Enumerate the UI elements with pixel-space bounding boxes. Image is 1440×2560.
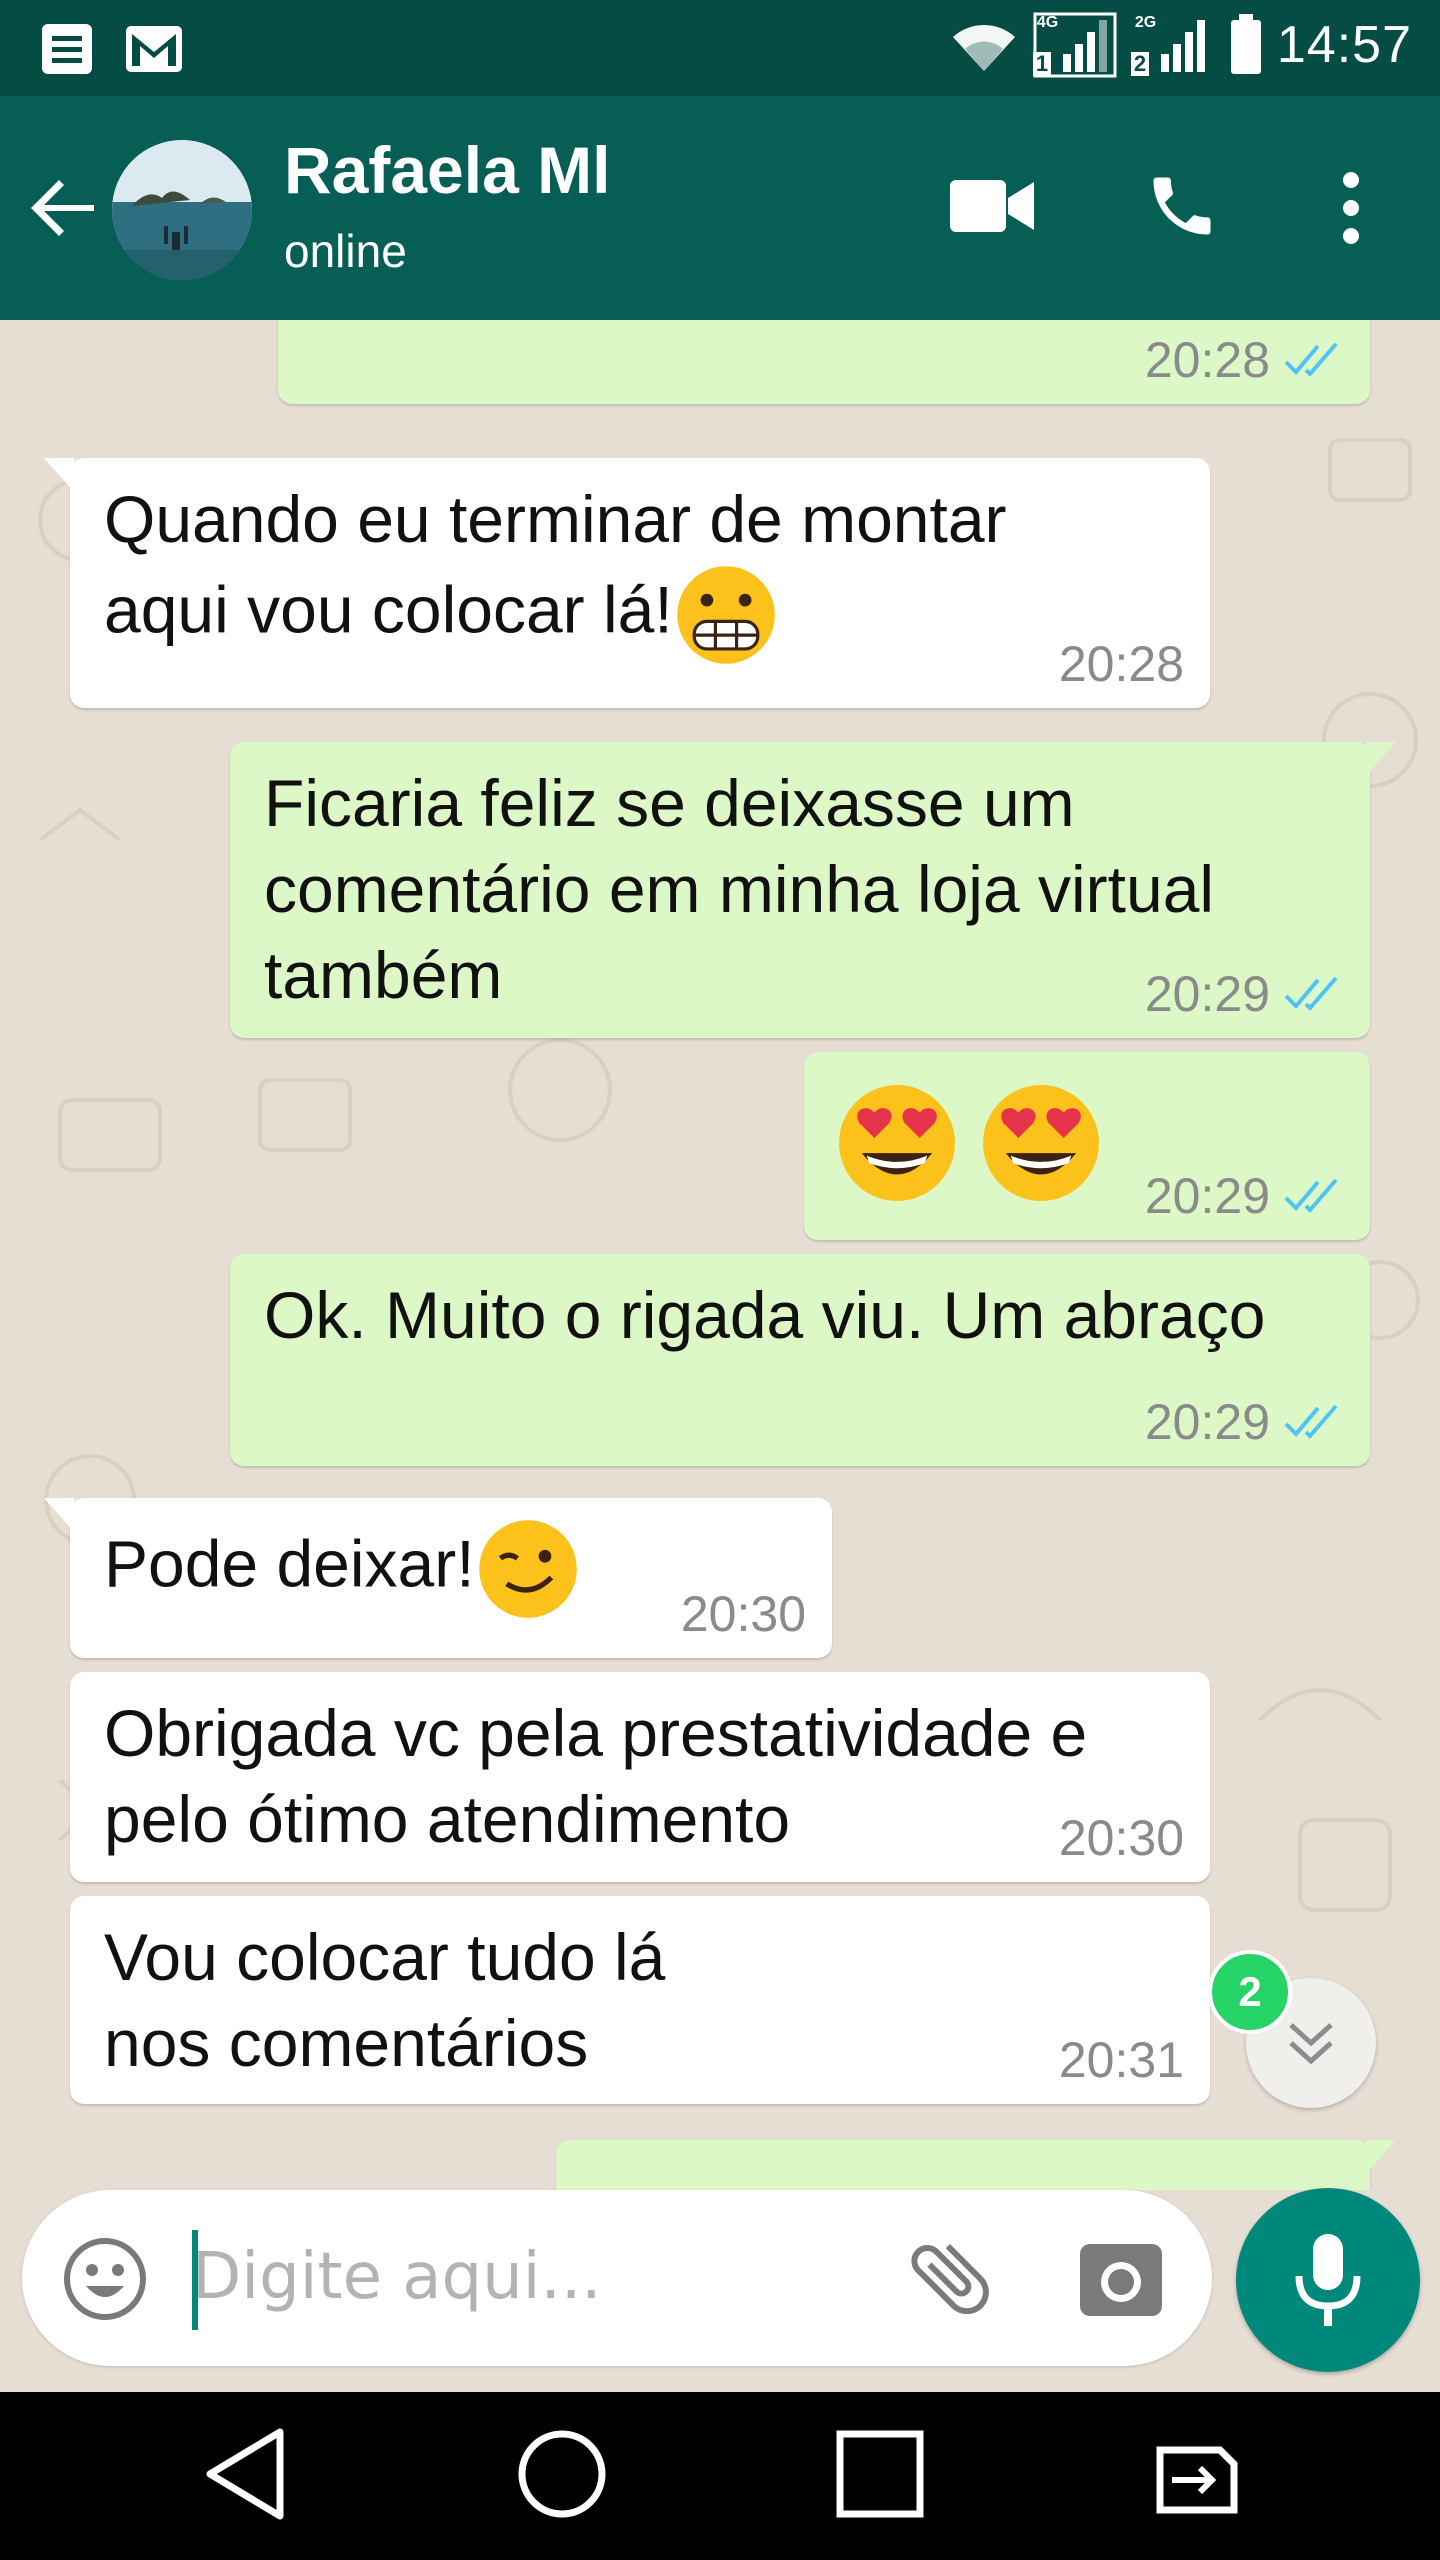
status-bar: 4G 1 2G 2 14:57 (0, 0, 1440, 96)
network-label-1: 4G (1036, 14, 1059, 31)
message-bubble-outgoing[interactable]: 20:28 (278, 320, 1370, 404)
message-meta: 20:28 (1059, 636, 1184, 692)
message-bubble-outgoing[interactable]: Ok. Muito o rigada viu. Um abraço 20:29 (230, 1254, 1370, 1466)
message-line: Quando eu terminar de montar (104, 482, 1007, 556)
back-arrow-icon[interactable] (28, 172, 100, 244)
message-time: 20:28 (1058, 636, 1184, 692)
nav-back-icon[interactable] (200, 2424, 290, 2524)
more-vert-icon[interactable] (1336, 170, 1366, 246)
sim-label-1: 1 (1032, 52, 1052, 76)
message-meta: 20:29 (1145, 1168, 1344, 1224)
gmail-icon (126, 26, 182, 72)
chat-header: Rafaela Ml online (0, 96, 1440, 320)
emoji-icon[interactable] (62, 2236, 148, 2322)
message-meta: 20:30 (1059, 1810, 1184, 1866)
message-meta: 20:30 (681, 1586, 806, 1642)
double-check-icon (1284, 342, 1338, 377)
message-bubble-incoming[interactable]: Pode deixar! 20:30 (44, 1498, 832, 1658)
message-bubble-incoming[interactable]: Vou colocar tudo lá nos comentários 20:3… (70, 1896, 1210, 2104)
bubble-tail (44, 458, 74, 492)
heart-eyes-face-icon (839, 1085, 955, 1201)
network-label-2: 2G (1134, 14, 1157, 31)
message-time: 20:29 (1144, 1394, 1270, 1450)
nav-switch-sim-icon[interactable] (1140, 2424, 1250, 2524)
winking-smile-face-icon (478, 1520, 577, 1618)
message-line: Pode deixar! (104, 1526, 475, 1601)
camera-icon[interactable] (1078, 2242, 1164, 2318)
wifi-icon (952, 24, 1015, 71)
message-meta: 20:28 (1145, 332, 1344, 388)
message-bubble-outgoing[interactable] (556, 2140, 1396, 2190)
chevron-double-down-icon (1289, 2023, 1333, 2065)
message-composer (22, 2190, 1212, 2366)
attach-icon[interactable] (902, 2230, 998, 2326)
message-bubble-incoming[interactable]: Obrigada vc pela prestatividade e pelo ó… (70, 1672, 1210, 1882)
avatar[interactable] (112, 140, 252, 280)
message-bubble-outgoing[interactable]: 20:29 (804, 1052, 1370, 1240)
video-call-icon[interactable] (950, 180, 1034, 232)
message-meta: 20:31 (1059, 2032, 1184, 2088)
message-line: aqui vou colocar lá! (104, 572, 673, 647)
bubble-tail (44, 1498, 74, 1532)
nav-recents-icon[interactable] (832, 2424, 928, 2524)
message-time: 20:28 (1144, 332, 1270, 388)
message-meta: 20:29 (1145, 1394, 1344, 1450)
message-text: Ok. Muito o rigada viu. Um abraço (264, 1278, 1266, 1352)
message-input[interactable] (192, 2232, 892, 2322)
message-time: 20:29 (1144, 1168, 1270, 1224)
message-text: Quando eu terminar de montar aqui vou co… (104, 476, 1176, 668)
message-meta: 20:29 (1145, 966, 1344, 1022)
message-time: 20:30 (1058, 1810, 1184, 1866)
message-bubble-incoming[interactable]: Quando eu terminar de montar aqui vou co… (44, 458, 1210, 708)
phone-icon[interactable] (1144, 168, 1220, 244)
message-time: 20:30 (680, 1586, 806, 1642)
grimacing-face-icon (676, 566, 775, 664)
contact-status: online (284, 225, 407, 277)
double-check-icon (1284, 976, 1338, 1011)
system-nav-bar (0, 2392, 1440, 2560)
mic-icon (1295, 2234, 1361, 2326)
unread-count-badge: 2 (1208, 1950, 1292, 2034)
mic-button[interactable] (1236, 2188, 1420, 2372)
double-check-icon (1284, 1404, 1338, 1439)
bubble-tail (1366, 742, 1396, 776)
sim-label-2: 2 (1130, 52, 1150, 76)
signal-icon: 4G 1 (1032, 12, 1117, 78)
message-time: 20:29 (1144, 966, 1270, 1022)
clock: 14:57 (1276, 16, 1412, 74)
heart-eyes-face-icon (983, 1085, 1100, 1201)
message-time: 20:31 (1058, 2032, 1184, 2088)
message-text: Vou colocar tudo lá nos comentários (104, 1920, 666, 2080)
nav-home-icon[interactable] (514, 2424, 610, 2524)
menu-notification-icon (42, 24, 92, 74)
contact-name[interactable]: Rafaela Ml (284, 132, 610, 208)
double-check-icon (1284, 1178, 1338, 1213)
signal-icon: 2G 2 (1130, 12, 1215, 78)
message-text: Obrigada vc pela prestatividade e pelo ó… (104, 1696, 1088, 1856)
bubble-tail (1366, 2140, 1396, 2174)
battery-icon (1230, 14, 1261, 74)
message-bubble-outgoing[interactable]: Ficaria feliz se deixasse um comentário … (230, 742, 1396, 1038)
message-list[interactable]: 20:28 Quando eu terminar de montar aqui … (0, 320, 1440, 2190)
